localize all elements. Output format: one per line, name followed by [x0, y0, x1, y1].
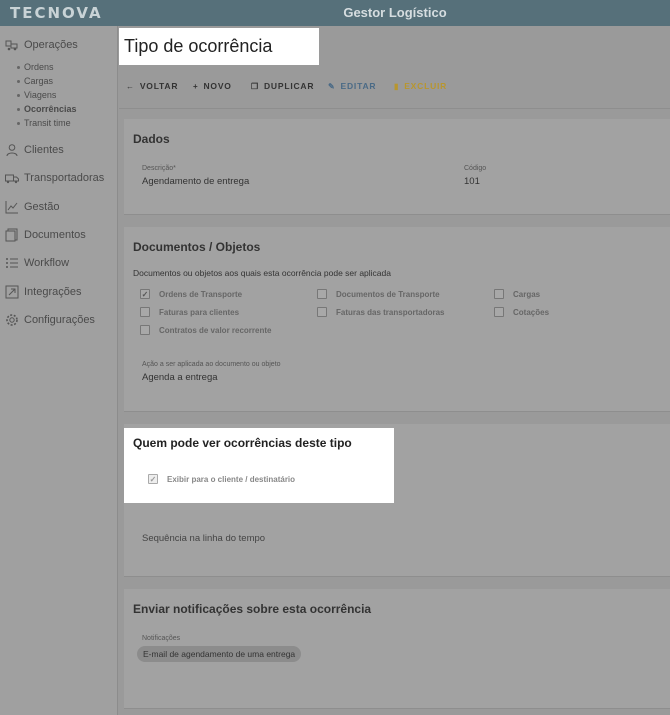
checkbox-checked-icon: ✓ [148, 474, 158, 484]
sidebar-item-workflow[interactable]: Workflow [5, 256, 69, 270]
main-content: Tipo de ocorrência ← VOLTAR + NOVO ❐ DUPLIC… [119, 26, 670, 715]
sidebar-subitem-transit-time[interactable]: Transit time [17, 118, 71, 128]
gear-icon [5, 313, 19, 327]
dados-title: Dados [133, 132, 170, 146]
duplicate-button[interactable]: ❐ DUPLICAR [251, 81, 314, 91]
truck-icon [5, 171, 19, 185]
top-bar: TECNOVA Gestor Logístico [0, 0, 670, 26]
checkbox-cotacoes[interactable]: Cotações [494, 307, 549, 317]
checkbox-cargas[interactable]: Cargas [494, 289, 540, 299]
sequencia-field[interactable]: Sequência na linha do tempo [142, 533, 265, 544]
notificacoes-label: Notificações [142, 635, 181, 642]
notificacoes-title: Enviar notificações sobre esta ocorrênci… [133, 602, 372, 616]
codigo-label: Código [464, 165, 487, 172]
edit-button[interactable]: ✎ EDITAR [328, 81, 376, 91]
documentos-subtitle: Documentos ou objetos aos quais esta oco… [133, 268, 391, 278]
sidebar-item-gestao[interactable]: Gestão [5, 200, 59, 214]
sidebar-item-integracoes[interactable]: Integrações [5, 285, 81, 299]
sidebar-item-documentos[interactable]: Documentos [5, 228, 86, 242]
checkbox-documentos-transporte[interactable]: Documentos de Transporte [317, 289, 440, 299]
checkbox-contratos[interactable]: Contratos de valor recorrente [140, 325, 271, 335]
arrow-left-icon: ← [126, 81, 135, 91]
page-title: Tipo de ocorrência [124, 36, 273, 56]
documents-icon [5, 228, 19, 242]
descricao-label: Descrição* [142, 165, 176, 172]
sidebar-subitem-viagens[interactable]: Viagens [17, 90, 56, 100]
sidebar: Operações Ordens Cargas Viagens Ocorrênc… [0, 26, 118, 715]
copy-icon: ❐ [251, 81, 259, 91]
acao-field[interactable]: Agenda a entrega [142, 372, 218, 383]
app-title: Gestor Logístico [343, 5, 447, 20]
page-title-container: Tipo de ocorrência [119, 28, 319, 65]
visibilidade-title: Quem pode ver ocorrências deste tipo [133, 436, 352, 450]
person-icon [5, 143, 19, 157]
documentos-card: Documentos / Objetos Documentos ou objet… [124, 227, 670, 412]
sidebar-subitem-ocorrencias[interactable]: Ocorrências [17, 104, 77, 114]
sidebar-item-clientes[interactable]: Clientes [5, 143, 64, 157]
pencil-icon: ✎ [328, 81, 336, 91]
documentos-title: Documentos / Objetos [133, 240, 261, 254]
checkbox-faturas-transportadoras[interactable]: Faturas das transportadoras [317, 307, 444, 317]
checkbox-ordens-transporte[interactable]: ✓ Ordens de Transporte [140, 289, 242, 299]
sidebar-subitem-cargas[interactable]: Cargas [17, 76, 53, 86]
sidebar-item-transportadoras[interactable]: Transportadoras [5, 171, 104, 185]
codigo-field[interactable]: 101 [464, 176, 480, 187]
toolbar-divider [119, 108, 670, 109]
notification-chip[interactable]: E-mail de agendamento de uma entrega [137, 646, 302, 662]
checkbox-checked-icon: ✓ [140, 289, 150, 299]
sidebar-item-label: Operações [24, 39, 78, 51]
delete-button[interactable]: ▮ EXCLUIR [394, 81, 447, 91]
acao-label: Ação a ser aplicada ao documento ou obje… [142, 361, 281, 368]
list-icon [5, 256, 19, 270]
new-button[interactable]: + NOVO [193, 81, 232, 91]
sidebar-item-configuracoes[interactable]: Configurações [5, 313, 95, 327]
plus-icon: + [193, 81, 199, 91]
trash-icon: ▮ [394, 81, 400, 91]
dados-card: Dados Descrição* Agendamento de entrega … [124, 119, 670, 215]
sidebar-subitem-ordens[interactable]: Ordens [17, 62, 54, 72]
integration-icon [5, 285, 19, 299]
checkbox-exibir-cliente[interactable]: ✓ Exibir para o cliente / destinatário [148, 474, 295, 484]
visibilidade-highlight: Quem pode ver ocorrências deste tipo ✓ Ex… [124, 428, 394, 503]
truck-boxes-icon [5, 38, 19, 52]
descricao-field[interactable]: Agendamento de entrega [142, 176, 249, 187]
back-button[interactable]: ← VOLTAR [126, 81, 178, 91]
checkbox-faturas-clientes[interactable]: Faturas para clientes [140, 307, 239, 317]
chart-line-icon [5, 200, 19, 214]
sidebar-item-operacoes[interactable]: Operações [5, 38, 78, 52]
